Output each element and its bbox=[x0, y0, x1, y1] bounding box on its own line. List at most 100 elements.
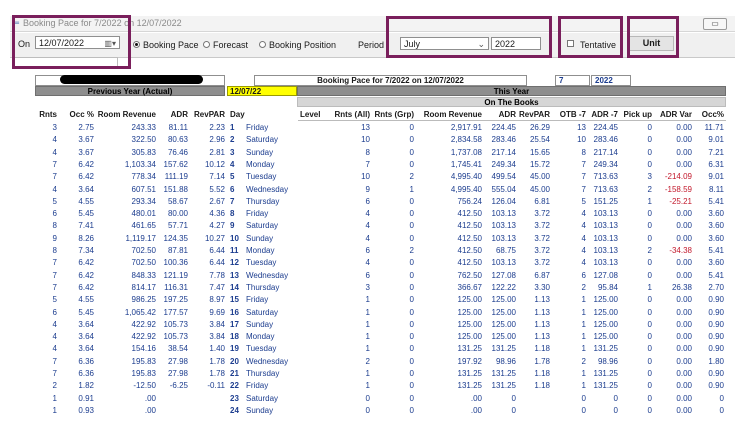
ty-otb7-cell: 1 bbox=[581, 381, 586, 391]
py-rnts-cell: 7 bbox=[52, 172, 57, 182]
py-adr-cell: 116.31 bbox=[164, 282, 188, 292]
py-room-revenue-cell: 848.33 bbox=[131, 270, 156, 280]
day-number-cell: 3 bbox=[230, 147, 235, 157]
py-room-revenue-cell: 422.92 bbox=[131, 319, 156, 329]
py-room-revenue-cell: 305.83 bbox=[131, 147, 156, 157]
py-occ-cell: 3.64 bbox=[78, 344, 94, 354]
col-rnts-all: Rnts (All) bbox=[334, 110, 370, 119]
py-rnts-cell: 8 bbox=[52, 221, 57, 231]
col-adr-var: ADR Var bbox=[659, 110, 692, 119]
py-adr-cell: 58.67 bbox=[167, 196, 188, 206]
ty-adr-cell: 125.00 bbox=[491, 332, 516, 342]
ty-adr-var-cell: 0.00 bbox=[676, 332, 692, 342]
table-row: 9 8.26 1,119.17 124.35 10.27 10 Sunday 4 0 412.50… bbox=[0, 234, 752, 245]
py-room-revenue-cell: .00 bbox=[144, 405, 156, 415]
ty-adr-var-cell: 0.00 bbox=[676, 393, 692, 403]
this-year-band: This Year bbox=[297, 86, 726, 96]
py-room-revenue-cell: .00 bbox=[144, 393, 156, 403]
ty-adr7-cell: 131.25 bbox=[593, 381, 618, 391]
col-adr: ADR bbox=[170, 110, 188, 119]
ty-adr-var-cell: 0.00 bbox=[676, 344, 692, 354]
py-revpar-cell: 7.47 bbox=[209, 282, 225, 292]
ty-pickup-cell: 3 bbox=[647, 172, 652, 182]
ty-occ-cell: 0.90 bbox=[708, 381, 724, 391]
restore-button[interactable]: ▭ bbox=[703, 18, 727, 30]
ty-occ-cell: 3.60 bbox=[708, 258, 724, 268]
ty-occ-cell: 2.70 bbox=[708, 282, 724, 292]
table-row: 6 5.45 1,065.42 177.57 9.69 16 Saturday 1 0 125.0… bbox=[0, 308, 752, 319]
py-room-revenue-cell: 154.16 bbox=[131, 344, 156, 354]
py-revpar-cell: 2.96 bbox=[209, 135, 225, 145]
py-adr-cell: 80.63 bbox=[167, 135, 188, 145]
ty-revpar-cell: 3.72 bbox=[534, 246, 550, 255]
py-room-revenue-cell: 480.01 bbox=[131, 209, 156, 219]
report-month-number: 7 bbox=[555, 75, 590, 86]
ty-adr7-cell: 713.63 bbox=[593, 172, 618, 182]
py-revpar-cell: 2.81 bbox=[209, 147, 225, 157]
day-number-cell: 5 bbox=[230, 172, 235, 182]
ty-rnts-grp-cell: 1 bbox=[409, 184, 414, 194]
ty-rnts-grp-cell: 0 bbox=[409, 159, 414, 169]
ty-adr7-cell: 125.00 bbox=[593, 319, 618, 329]
py-rnts-cell: 1 bbox=[52, 393, 57, 403]
ty-adr7-cell: 98.96 bbox=[597, 356, 618, 366]
ty-adr-cell: 125.00 bbox=[491, 307, 516, 317]
ty-adr-cell: 126.04 bbox=[491, 196, 516, 206]
ty-revpar-cell: 45.00 bbox=[529, 184, 550, 194]
py-occ-cell: 6.42 bbox=[78, 159, 94, 169]
ty-revpar-cell: 45.00 bbox=[529, 172, 550, 182]
ty-rnts-grp-cell: 0 bbox=[409, 221, 414, 231]
ty-otb7-cell: 7 bbox=[581, 159, 586, 169]
ty-pickup-cell: 0 bbox=[647, 123, 652, 132]
py-rnts-cell: 7 bbox=[52, 282, 57, 292]
booking-pace-radio[interactable] bbox=[133, 41, 140, 48]
table-row: 7 6.42 814.17 116.31 7.47 14 Thursday 3 0 366.67 1… bbox=[0, 283, 752, 294]
py-occ-cell: 0.93 bbox=[78, 405, 94, 415]
ty-pickup-cell: 0 bbox=[647, 405, 652, 415]
ty-rnts-all-cell: 7 bbox=[365, 159, 370, 169]
ty-revpar-cell: 3.72 bbox=[534, 209, 550, 219]
booking-position-radio[interactable] bbox=[259, 41, 266, 48]
day-number-cell: 23 bbox=[230, 393, 239, 403]
py-adr-cell: 157.62 bbox=[163, 159, 188, 169]
ty-rnts-all-cell: 3 bbox=[365, 282, 370, 292]
ty-pickup-cell: 0 bbox=[647, 209, 652, 219]
py-rnts-cell: 7 bbox=[52, 159, 57, 169]
py-occ-cell: 3.64 bbox=[78, 184, 94, 194]
day-name-cell: Tuesday bbox=[246, 258, 277, 268]
py-adr-cell: 100.36 bbox=[163, 258, 188, 268]
ty-occ-cell: 5.41 bbox=[708, 246, 724, 255]
ty-adr-cell: 499.54 bbox=[491, 172, 516, 182]
col-occ-ty: Occ% bbox=[701, 110, 724, 119]
ty-adr7-cell: 151.25 bbox=[593, 196, 618, 206]
forecast-radio[interactable] bbox=[203, 41, 210, 48]
ty-pickup-cell: 0 bbox=[647, 381, 652, 391]
ty-room-revenue-cell: 756.24 bbox=[457, 196, 482, 206]
ty-occ-cell: 0.90 bbox=[708, 307, 724, 317]
py-revpar-cell: 10.12 bbox=[204, 159, 225, 169]
py-rnts-cell: 1 bbox=[52, 405, 57, 415]
day-number-cell: 8 bbox=[230, 209, 235, 219]
ty-adr-cell: 68.75 bbox=[495, 246, 516, 255]
ty-rnts-all-cell: 8 bbox=[365, 147, 370, 157]
ty-revpar-cell: 1.18 bbox=[534, 344, 550, 354]
day-name-cell: Sunday bbox=[246, 233, 274, 243]
table-row: 4 3.67 322.50 80.63 2.96 2 Saturday 10 0 2,834.58… bbox=[0, 135, 752, 146]
py-revpar-cell: 5.52 bbox=[209, 184, 225, 194]
highlight-date-box bbox=[12, 15, 131, 69]
py-occ-cell: 6.36 bbox=[78, 369, 94, 378]
ty-room-revenue-cell: 412.50 bbox=[457, 209, 482, 219]
day-name-cell: Thursday bbox=[246, 369, 280, 378]
ty-rnts-grp-cell: 0 bbox=[409, 344, 414, 354]
ty-adr7-cell: 125.00 bbox=[593, 295, 618, 305]
py-occ-cell: 3.67 bbox=[78, 147, 94, 157]
header-rule bbox=[298, 120, 726, 121]
py-revpar-cell: 6.44 bbox=[209, 258, 225, 268]
ty-room-revenue-cell: 2,834.58 bbox=[450, 135, 482, 145]
py-occ-cell: 3.64 bbox=[78, 332, 94, 342]
py-occ-cell: 4.55 bbox=[78, 196, 94, 206]
ty-adr-var-cell: 0.00 bbox=[676, 233, 692, 243]
ty-otb7-cell: 7 bbox=[581, 184, 586, 194]
ty-adr-var-cell: 0.00 bbox=[676, 405, 692, 415]
ty-adr-cell: 224.45 bbox=[491, 123, 516, 132]
